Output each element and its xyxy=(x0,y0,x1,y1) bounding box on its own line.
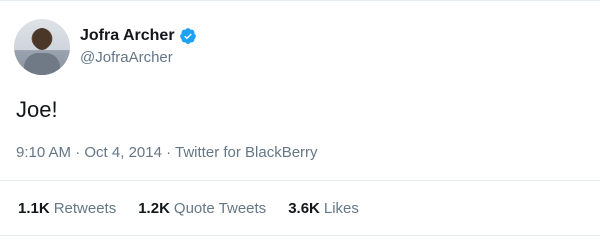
divider xyxy=(0,180,600,181)
likes-count: 3.6K xyxy=(288,200,320,217)
quote-tweets-label: Quote Tweets xyxy=(173,200,267,217)
avatar[interactable] xyxy=(14,19,70,75)
tweet-source[interactable]: Twitter for BlackBerry xyxy=(175,144,318,161)
retweets-stat[interactable]: 1.1K Retweets xyxy=(18,200,116,217)
quote-tweets-stat[interactable]: 1.2K Quote Tweets xyxy=(138,200,266,217)
meta-separator: · xyxy=(161,144,176,161)
user-handle[interactable]: @JofraArcher xyxy=(80,49,173,66)
avatar-head-shape xyxy=(33,28,51,50)
retweets-count: 1.1K xyxy=(18,200,50,217)
tweet-card: Jofra Archer @JofraArcher Joe! 9:10 AM ·… xyxy=(0,0,600,250)
tweet-stats: 1.1K Retweets 1.2K Quote Tweets 3.6K Likes xyxy=(18,200,381,217)
divider xyxy=(0,235,600,236)
meta-separator: · xyxy=(71,144,85,161)
tweet-text: Joe! xyxy=(16,97,58,122)
likes-label: Likes xyxy=(323,200,359,217)
avatar-body-shape xyxy=(24,53,60,75)
tweet-meta: 9:10 AM · Oct 4, 2014 · Twitter for Blac… xyxy=(16,144,318,161)
author-name-row: Jofra Archer xyxy=(80,27,197,45)
likes-stat[interactable]: 3.6K Likes xyxy=(288,200,359,217)
verified-badge-icon xyxy=(179,27,197,45)
display-name[interactable]: Jofra Archer xyxy=(80,27,175,45)
quote-tweets-count: 1.2K xyxy=(138,200,170,217)
retweets-label: Retweets xyxy=(53,200,117,217)
tweet-time[interactable]: 9:10 AM xyxy=(16,144,71,161)
tweet-date[interactable]: Oct 4, 2014 xyxy=(84,144,162,161)
